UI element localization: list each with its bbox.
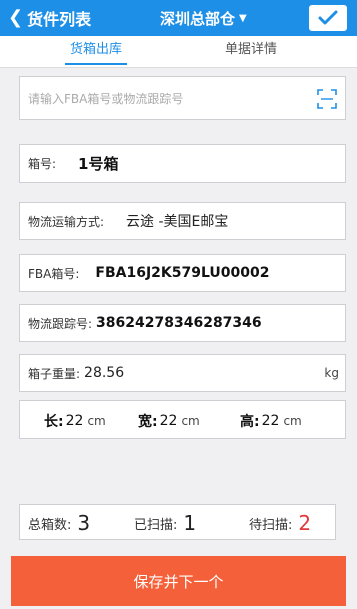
scanned-count-group: 已扫描: 1 bbox=[134, 505, 196, 541]
scanned-count-value: 1 bbox=[183, 511, 197, 535]
shipping-method-field: 物流运输方式: 云途 -美国E邮宝 bbox=[19, 202, 346, 240]
tracking-number-field: 物流跟踪号: 38624278346287346 bbox=[19, 304, 346, 342]
box-weight-unit: kg bbox=[324, 366, 339, 380]
back-button[interactable]: ❮ 货件列表 bbox=[8, 0, 91, 36]
dimensions-row: 长: 22 cm 宽: 22 cm 高: 22 cm bbox=[19, 400, 346, 439]
box-number-value: 1号箱 bbox=[78, 155, 119, 173]
box-number-field: 箱号: 1号箱 bbox=[19, 144, 346, 183]
length-value: 22 bbox=[65, 412, 84, 429]
caret-down-icon: ▼ bbox=[239, 12, 247, 24]
shipping-method-label: 物流运输方式: bbox=[28, 214, 105, 229]
height-value: 22 bbox=[261, 412, 280, 429]
pending-count-value: 2 bbox=[298, 511, 312, 535]
save-and-next-button[interactable]: 保存并下一个 bbox=[11, 556, 346, 606]
tracking-number-label: 物流跟踪号: bbox=[28, 316, 93, 331]
search-input[interactable]: 请输入FBA箱号或物流跟踪号 bbox=[19, 76, 346, 120]
total-count-value: 3 bbox=[77, 511, 91, 535]
box-weight-field[interactable]: 箱子重量: 28.56 kg bbox=[19, 354, 346, 392]
box-weight-value: 28.56 bbox=[84, 365, 125, 381]
box-number-label: 箱号: bbox=[28, 157, 57, 171]
scan-count-row: 总箱数: 3 已扫描: 1 待扫描: 2 bbox=[19, 504, 336, 540]
warehouse-label: 深圳总部仓 bbox=[160, 9, 236, 28]
chevron-left-icon: ❮ bbox=[8, 7, 24, 28]
tab-order-details[interactable]: 单据详情 bbox=[220, 36, 282, 68]
tab-bar: 货箱出库 单据详情 bbox=[0, 36, 357, 68]
length-label: 长: bbox=[44, 413, 64, 430]
pending-count-group: 待扫描: 2 bbox=[249, 505, 311, 541]
scanned-count-label: 已扫描: bbox=[134, 517, 178, 533]
scan-icon[interactable] bbox=[317, 89, 337, 109]
total-count-group: 总箱数: 3 bbox=[28, 505, 90, 541]
confirm-button[interactable] bbox=[309, 5, 347, 31]
search-placeholder: 请输入FBA箱号或物流跟踪号 bbox=[28, 91, 184, 106]
tracking-number-value: 38624278346287346 bbox=[96, 315, 262, 331]
tab-box-outbound[interactable]: 货箱出库 bbox=[65, 36, 127, 68]
total-count-label: 总箱数: bbox=[28, 517, 72, 533]
checkmark-icon bbox=[318, 10, 338, 25]
app-header: ❮ 货件列表 深圳总部仓 ▼ bbox=[0, 0, 357, 36]
shipping-method-value: 云途 -美国E邮宝 bbox=[126, 214, 229, 230]
width-label: 宽: bbox=[138, 413, 158, 430]
length-unit: cm bbox=[87, 413, 106, 428]
width-value: 22 bbox=[159, 412, 178, 429]
width-group[interactable]: 宽: 22 cm bbox=[138, 401, 200, 440]
height-unit: cm bbox=[283, 413, 302, 428]
fba-box-field: FBA箱号: FBA16J2K579LU00002 bbox=[19, 254, 346, 292]
back-label: 货件列表 bbox=[27, 10, 92, 29]
width-unit: cm bbox=[181, 413, 200, 428]
fba-box-value: FBA16J2K579LU00002 bbox=[95, 265, 270, 281]
height-label: 高: bbox=[240, 413, 260, 430]
box-weight-label: 箱子重量: bbox=[28, 366, 81, 381]
length-group[interactable]: 长: 22 cm bbox=[44, 401, 106, 440]
pending-count-label: 待扫描: bbox=[249, 517, 293, 533]
fba-box-label: FBA箱号: bbox=[28, 266, 80, 281]
warehouse-selector[interactable]: 深圳总部仓 ▼ bbox=[160, 0, 247, 36]
height-group[interactable]: 高: 22 cm bbox=[240, 401, 302, 440]
